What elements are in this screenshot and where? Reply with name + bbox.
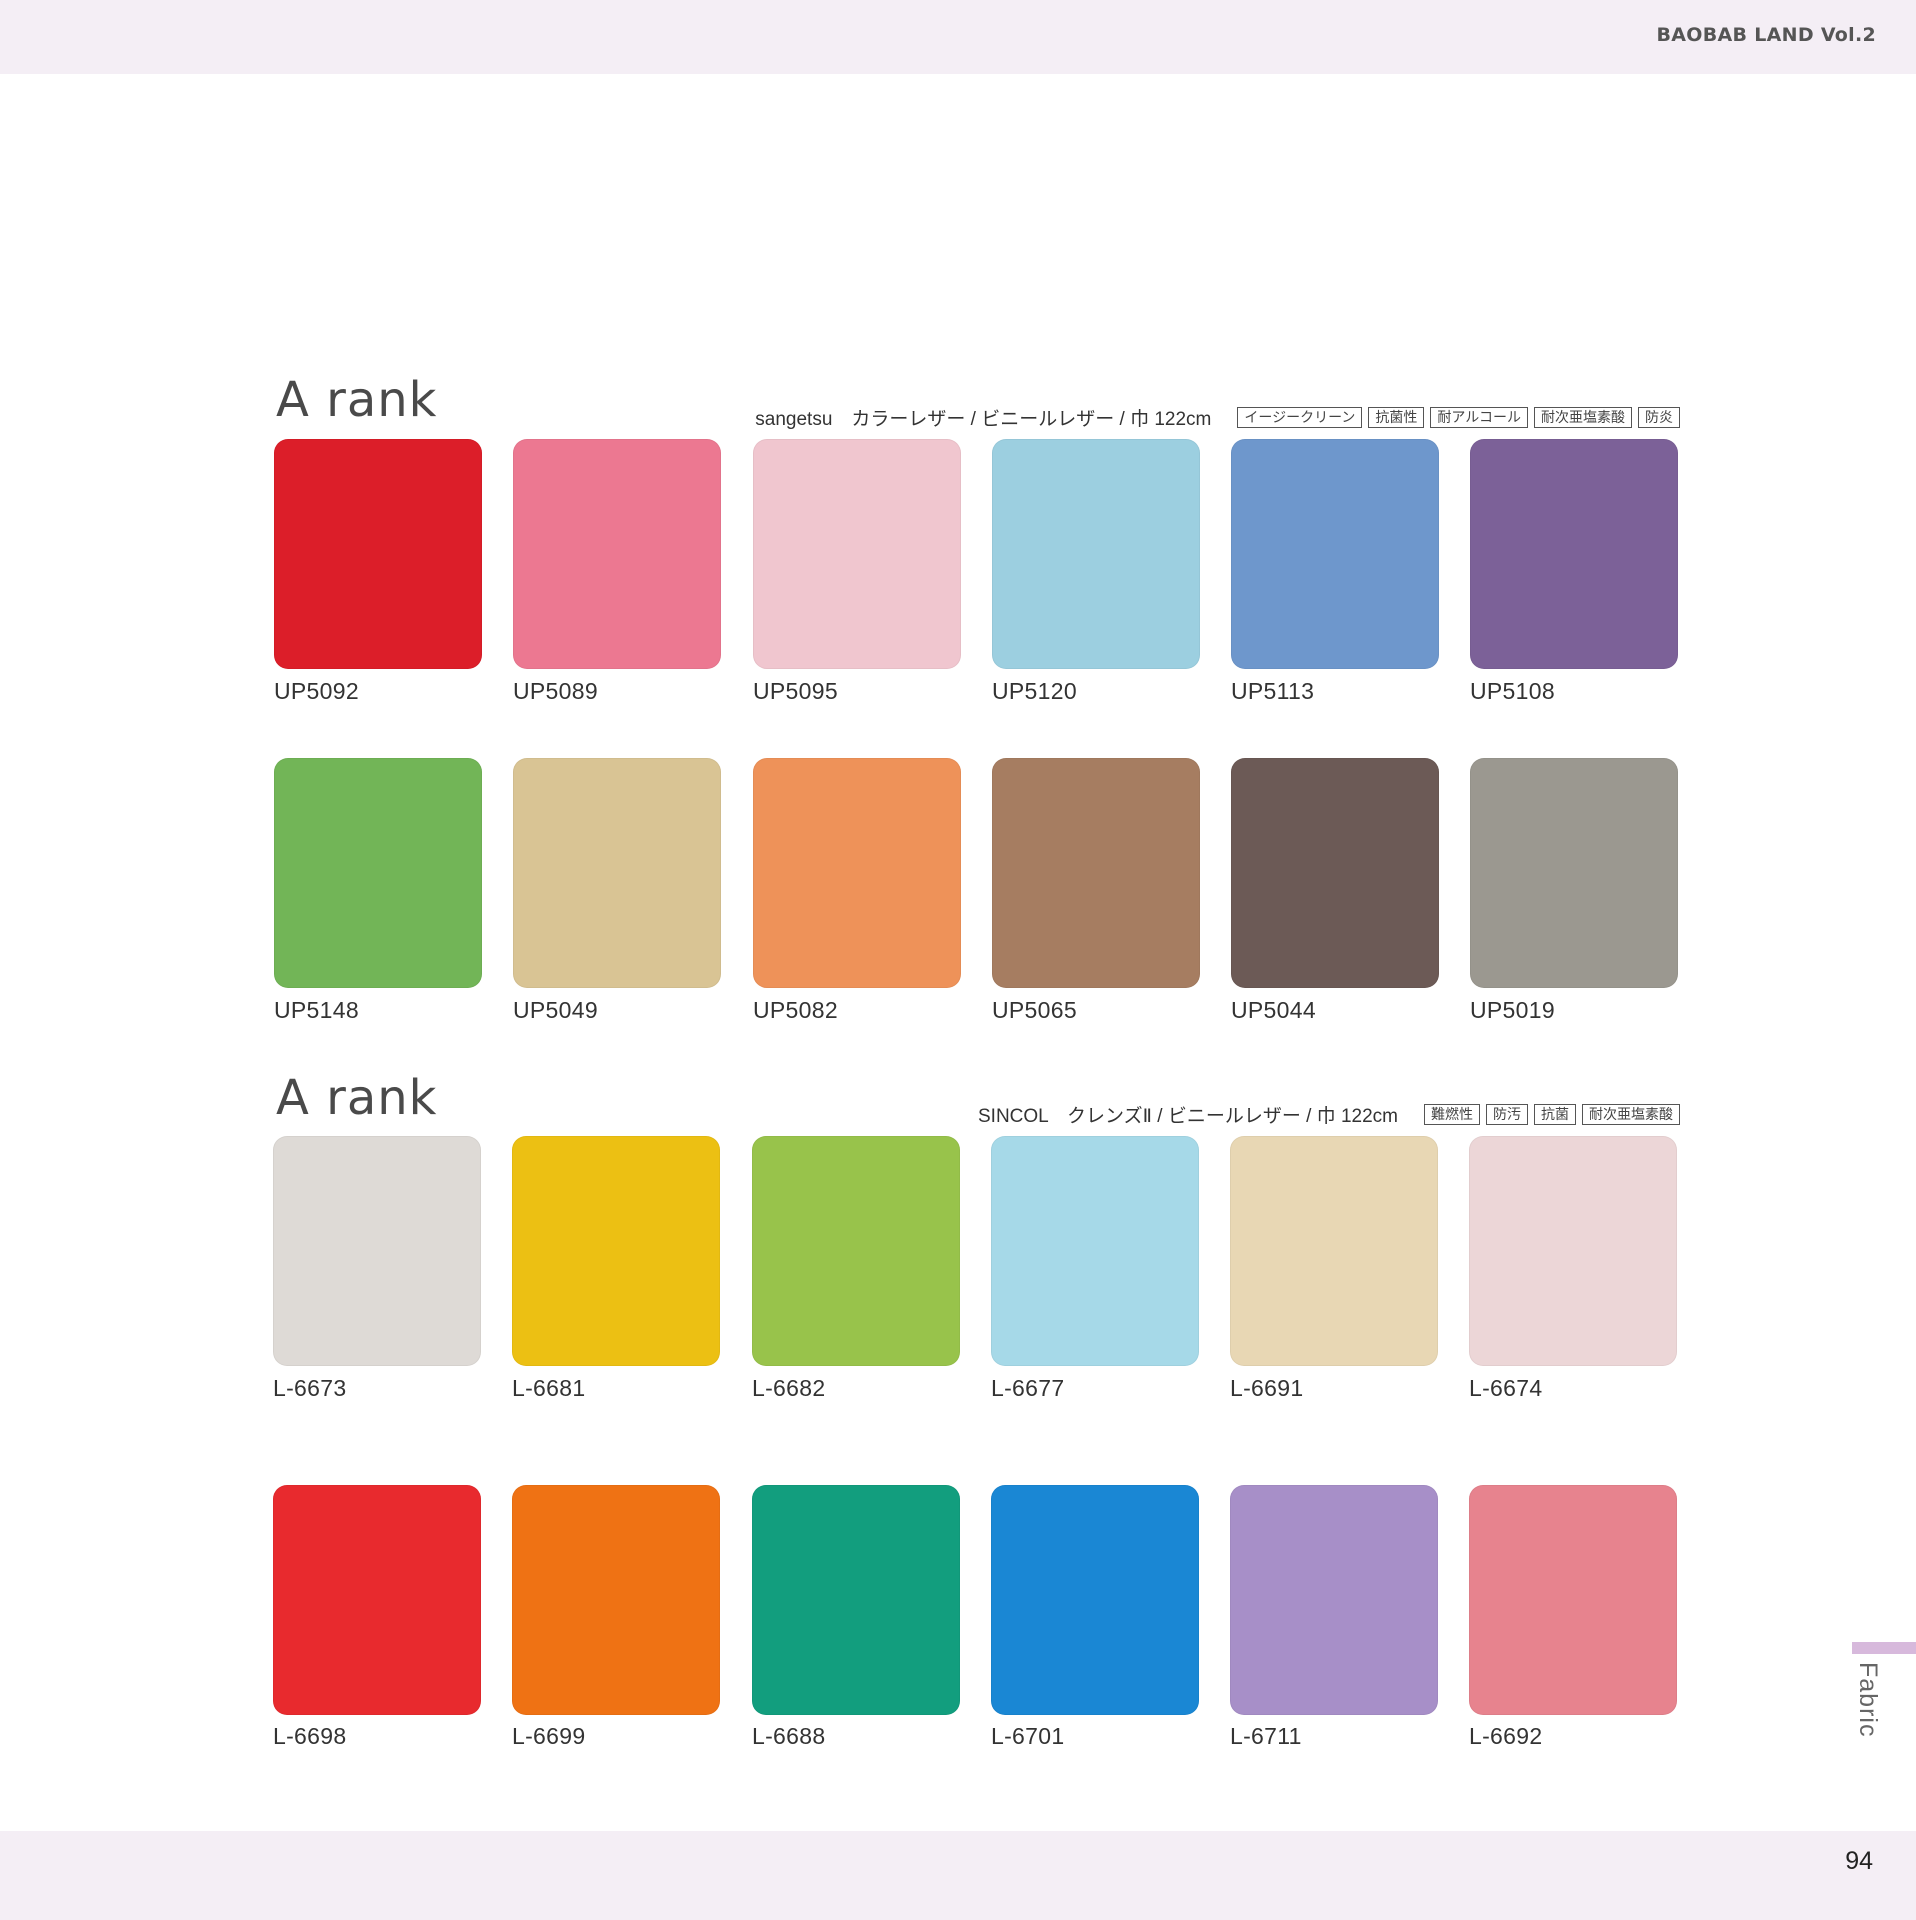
color-swatch[interactable] [1470, 439, 1678, 669]
swatch-code: UP5092 [274, 678, 359, 704]
color-swatch[interactable] [274, 758, 482, 988]
swatch-code: UP5019 [1470, 997, 1555, 1023]
section-title: A rank [276, 1070, 438, 1126]
swatch-code: L-6682 [752, 1375, 826, 1401]
swatch-code: L-6673 [273, 1375, 347, 1401]
color-swatch[interactable] [512, 1485, 720, 1715]
color-swatch[interactable] [991, 1136, 1199, 1366]
color-swatch[interactable] [992, 439, 1200, 669]
swatch-code: UP5108 [1470, 678, 1555, 704]
feature-tag: 耐次亜塩素酸 [1582, 1104, 1680, 1125]
spec-text: SINCOL クレンズⅡ / ビニールレザー / 巾 122cm [978, 1106, 1398, 1127]
feature-tag: 耐アルコール [1430, 407, 1528, 428]
swatch-code: L-6699 [512, 1723, 586, 1749]
color-swatch[interactable] [753, 439, 961, 669]
color-swatch[interactable] [513, 758, 721, 988]
header-band [0, 0, 1916, 74]
swatch-code: L-6691 [1230, 1375, 1304, 1401]
color-swatch[interactable] [1230, 1136, 1438, 1366]
color-swatch[interactable] [513, 439, 721, 669]
color-swatch[interactable] [273, 1485, 481, 1715]
color-swatch[interactable] [274, 439, 482, 669]
swatch-code: UP5120 [992, 678, 1077, 704]
swatch-code: L-6711 [1230, 1723, 1302, 1749]
page-number: 94 [1845, 1847, 1873, 1875]
swatch-code: L-6681 [512, 1375, 586, 1401]
feature-tag: 耐次亜塩素酸 [1534, 407, 1632, 428]
swatch-code: L-6677 [991, 1375, 1065, 1401]
section-title: A rank [276, 372, 438, 428]
feature-tag: イージークリーン [1237, 407, 1363, 428]
feature-tag: 抗菌性 [1368, 407, 1425, 428]
feature-tag: 抗菌 [1534, 1104, 1576, 1125]
swatch-code: UP5044 [1231, 997, 1316, 1023]
swatch-code: UP5089 [513, 678, 598, 704]
color-swatch[interactable] [1469, 1136, 1677, 1366]
color-swatch[interactable] [1231, 439, 1439, 669]
spec-line: sangetsu カラーレザー / ビニールレザー / 巾 122cm イージー… [755, 404, 1680, 431]
swatch-code: UP5113 [1231, 678, 1315, 704]
swatch-code: L-6692 [1469, 1723, 1543, 1749]
color-swatch[interactable] [752, 1485, 960, 1715]
color-swatch[interactable] [1230, 1485, 1438, 1715]
swatch-code: L-6674 [1469, 1375, 1543, 1401]
feature-tag: 難燃性 [1424, 1104, 1480, 1125]
color-swatch[interactable] [991, 1485, 1199, 1715]
feature-tag: 防汚 [1486, 1104, 1528, 1125]
color-swatch[interactable] [1469, 1485, 1677, 1715]
footer-band [0, 1831, 1916, 1920]
brand-title: BAOBAB LAND Vol.2 [1656, 24, 1876, 46]
color-swatch[interactable] [273, 1136, 481, 1366]
swatch-code: UP5148 [274, 997, 359, 1023]
swatch-code: L-6688 [752, 1723, 826, 1749]
side-tab-label: Fabric [1854, 1662, 1882, 1738]
swatch-code: L-6698 [273, 1723, 347, 1749]
swatch-code: UP5095 [753, 678, 838, 704]
side-tab-marker [1852, 1642, 1916, 1654]
spec-text: sangetsu カラーレザー / ビニールレザー / 巾 122cm [755, 409, 1212, 430]
color-swatch[interactable] [753, 758, 961, 988]
swatch-code: UP5049 [513, 997, 598, 1023]
spec-line: SINCOL クレンズⅡ / ビニールレザー / 巾 122cm 難燃性 防汚 … [978, 1101, 1680, 1128]
feature-tag: 防炎 [1638, 407, 1680, 428]
color-swatch[interactable] [1470, 758, 1678, 988]
color-swatch[interactable] [752, 1136, 960, 1366]
color-swatch[interactable] [512, 1136, 720, 1366]
swatch-code: UP5065 [992, 997, 1077, 1023]
swatch-code: L-6701 [991, 1723, 1065, 1749]
color-swatch[interactable] [992, 758, 1200, 988]
color-swatch[interactable] [1231, 758, 1439, 988]
swatch-code: UP5082 [753, 997, 838, 1023]
